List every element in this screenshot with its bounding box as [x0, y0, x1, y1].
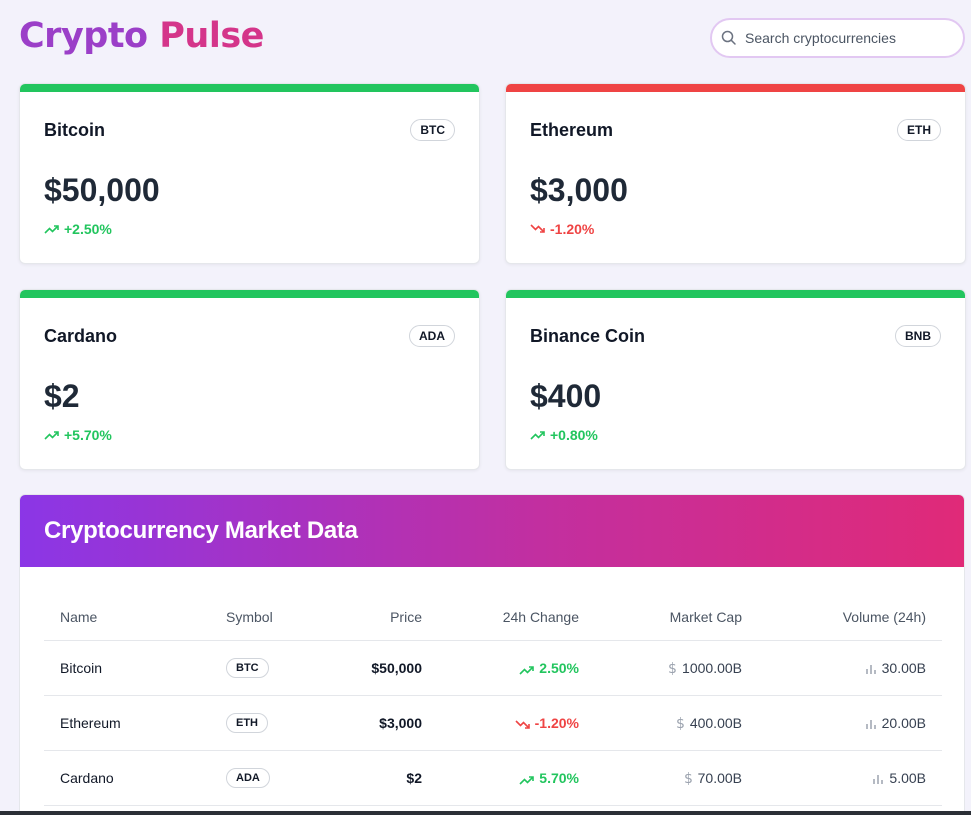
cell-name: Ethereum: [44, 695, 210, 751]
cell-change-value: -1.20%: [534, 714, 579, 731]
card-accent-bar: [20, 84, 479, 92]
cell-name: Cardano: [44, 750, 210, 806]
table-row[interactable]: Cardano ADA $2 5.70% $70.00B 5.00B: [44, 750, 942, 806]
card-change-value: +5.70%: [64, 427, 112, 443]
card-price: $400: [530, 378, 602, 414]
crypto-card[interactable]: Binance Coin BNB $400 +0.80%: [505, 289, 966, 470]
market-panel-title: Cryptocurrency Market Data: [44, 517, 358, 544]
card-accent-bar: [20, 290, 479, 298]
trending-up-icon: [519, 775, 535, 785]
bar-chart-icon: [865, 664, 876, 674]
card-change: +2.50%: [44, 221, 112, 237]
svg-text:$: $: [676, 716, 685, 730]
app-logo: Crypto Pulse: [19, 16, 264, 56]
search-box[interactable]: [710, 18, 965, 58]
card-symbol-badge: ADA: [409, 325, 455, 347]
dollar-icon: $: [684, 771, 693, 787]
cell-symbol: BTC: [210, 640, 310, 696]
card-symbol-badge: ETH: [897, 119, 941, 141]
cell-market-cap: $70.00B: [595, 750, 758, 806]
column-header-market-cap[interactable]: Market Cap: [595, 595, 758, 641]
trending-up-icon: [530, 431, 545, 440]
header: Crypto Pulse: [19, 14, 965, 64]
card-price: $50,000: [44, 172, 160, 208]
logo-part-1: Crypto: [19, 16, 148, 56]
card-accent-bar: [506, 84, 965, 92]
symbol-badge: ETH: [226, 712, 268, 733]
window-bottom-edge: [0, 811, 971, 815]
cell-change-value: 5.70%: [539, 769, 579, 786]
trending-up-icon: [44, 225, 59, 234]
card-name: Ethereum: [530, 120, 614, 140]
trending-down-icon: [515, 719, 530, 729]
cell-change: 2.50%: [438, 640, 595, 696]
dollar-icon: $: [668, 661, 677, 677]
logo-part-2: Pulse: [159, 16, 264, 56]
card-change-value: +0.80%: [550, 427, 598, 443]
cell-price: $2: [310, 750, 438, 806]
symbol-badge: BTC: [226, 657, 269, 678]
market-table: Name Symbol Price 24h Change Market Cap …: [44, 595, 942, 806]
cell-market-cap-value: 400.00B: [689, 714, 742, 731]
search-icon: [721, 30, 736, 45]
cell-volume-value: 20.00B: [881, 714, 926, 731]
card-symbol-badge: BTC: [410, 119, 455, 141]
card-change-value: +2.50%: [64, 221, 112, 237]
cell-volume: 20.00B: [758, 695, 942, 751]
cell-market-cap-value: 70.00B: [697, 769, 742, 786]
card-change-value: -1.20%: [550, 221, 595, 237]
trending-up-icon: [44, 431, 59, 440]
cell-change-value: 2.50%: [539, 659, 579, 676]
card-price: $2: [44, 378, 80, 414]
cell-symbol: ADA: [210, 750, 310, 806]
column-header-symbol[interactable]: Symbol: [210, 595, 310, 641]
card-symbol-badge: BNB: [895, 325, 941, 347]
trending-up-icon: [519, 665, 535, 675]
cell-market-cap-value: 1000.00B: [682, 659, 742, 676]
search-input[interactable]: [745, 30, 945, 46]
cell-volume: 5.00B: [758, 750, 942, 806]
crypto-card[interactable]: Cardano ADA $2 +5.70%: [19, 289, 480, 470]
cell-market-cap: $1000.00B: [595, 640, 758, 696]
card-change: +0.80%: [530, 427, 598, 443]
column-header-volume[interactable]: Volume (24h): [758, 595, 942, 641]
svg-text:$: $: [684, 771, 693, 785]
cell-volume-value: 5.00B: [889, 769, 926, 786]
cell-change: -1.20%: [438, 695, 595, 751]
card-name: Binance Coin: [530, 326, 646, 346]
market-panel-header: Cryptocurrency Market Data: [20, 495, 964, 567]
cell-change: 5.70%: [438, 750, 595, 806]
card-accent-bar: [506, 290, 965, 298]
card-change: -1.20%: [530, 221, 594, 237]
symbol-badge: ADA: [226, 767, 270, 788]
cell-volume: 30.00B: [758, 640, 942, 696]
cell-price: $3,000: [310, 695, 438, 751]
table-header-row: Name Symbol Price 24h Change Market Cap …: [44, 595, 942, 641]
market-data-panel: Cryptocurrency Market Data Name Symbol P…: [19, 494, 965, 815]
bar-chart-icon: [865, 719, 876, 729]
card-change: +5.70%: [44, 427, 112, 443]
cell-name: Bitcoin: [44, 640, 210, 696]
table-row[interactable]: Ethereum ETH $3,000 -1.20% $400.00B 20.0…: [44, 695, 942, 751]
svg-text:$: $: [668, 661, 677, 675]
column-header-name[interactable]: Name: [44, 595, 210, 641]
bar-chart-icon: [873, 774, 884, 784]
cell-price: $50,000: [310, 640, 438, 696]
dollar-icon: $: [676, 716, 685, 732]
table-row[interactable]: Bitcoin BTC $50,000 2.50% $1000.00B 30.0…: [44, 640, 942, 696]
crypto-card[interactable]: Bitcoin BTC $50,000 +2.50%: [19, 83, 480, 264]
cell-symbol: ETH: [210, 695, 310, 751]
column-header-change[interactable]: 24h Change: [438, 595, 595, 641]
cell-market-cap: $400.00B: [595, 695, 758, 751]
card-name: Bitcoin: [44, 120, 105, 140]
card-name: Cardano: [44, 326, 118, 346]
column-header-price[interactable]: Price: [310, 595, 438, 641]
cell-volume-value: 30.00B: [881, 659, 926, 676]
card-price: $3,000: [530, 172, 628, 208]
crypto-card[interactable]: Ethereum ETH $3,000 -1.20%: [505, 83, 966, 264]
trending-down-icon: [530, 224, 545, 233]
